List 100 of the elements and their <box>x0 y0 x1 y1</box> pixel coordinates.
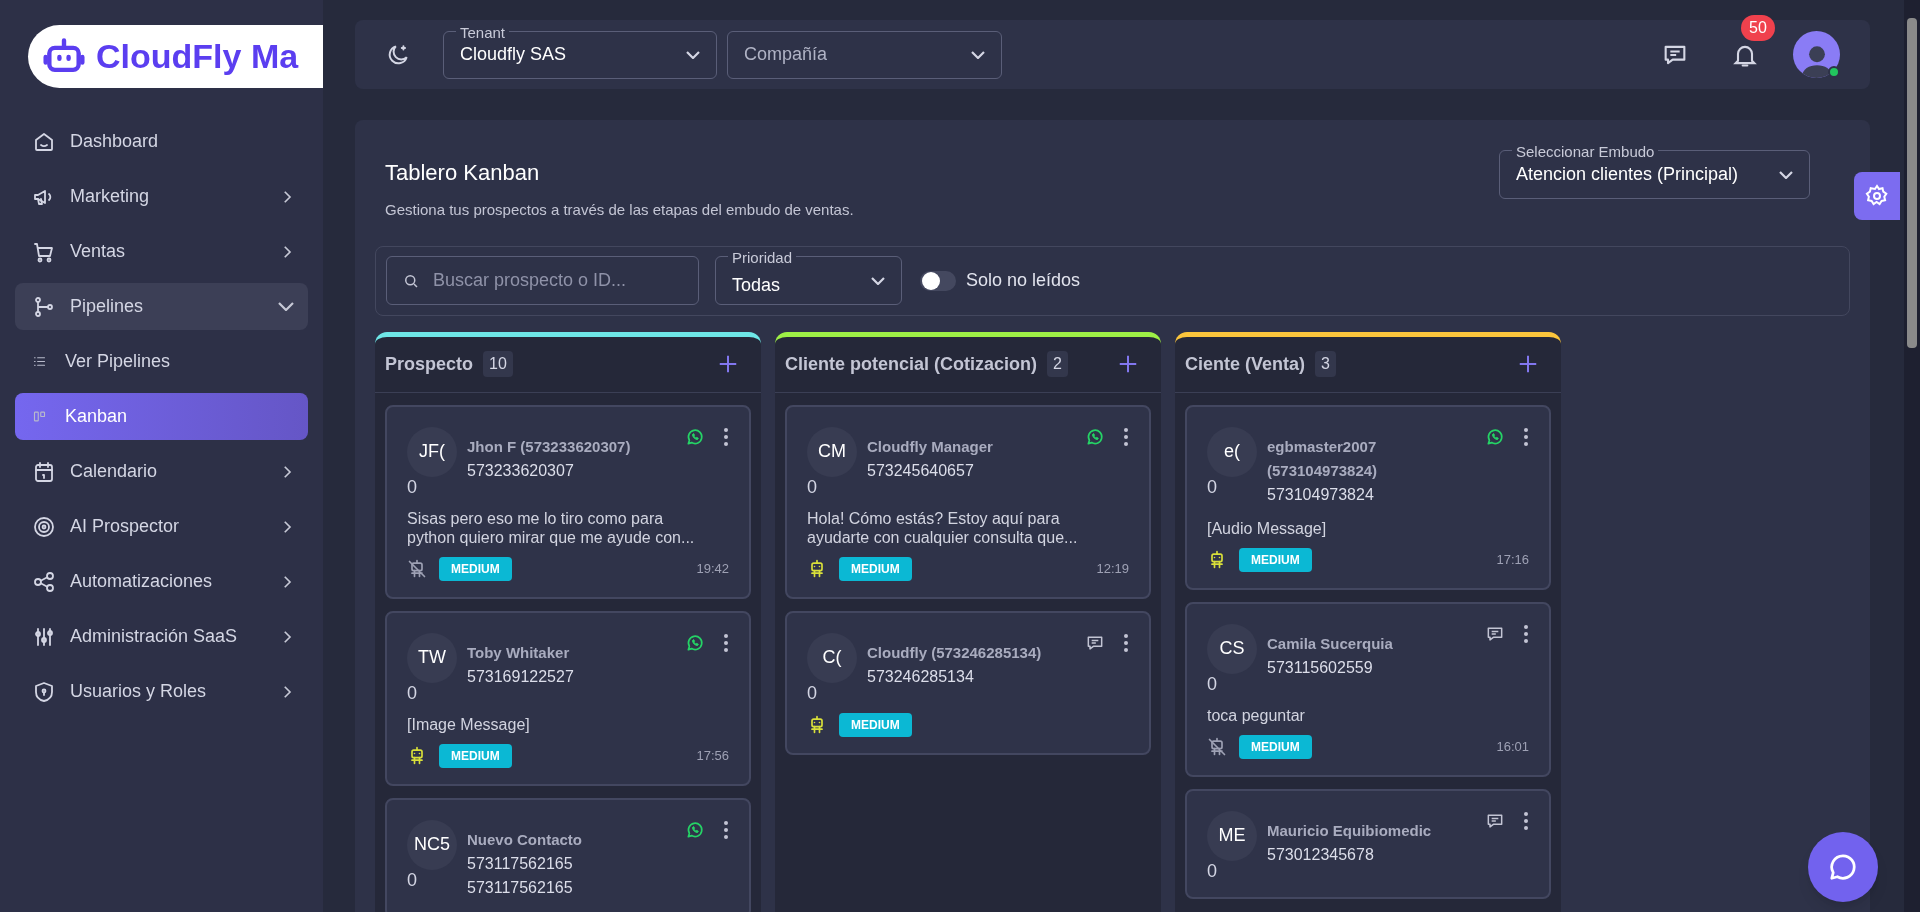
sidebar-item[interactable]: Dashboard <box>15 118 308 165</box>
lead-avatar: CM <box>807 426 857 477</box>
lead-score: 0 <box>407 476 418 497</box>
sidebar-item[interactable]: Ventas <box>15 228 308 275</box>
more-options-icon[interactable] <box>1523 623 1529 644</box>
sidebar-item[interactable]: Marketing <box>15 173 308 220</box>
whatsapp-icon[interactable] <box>685 632 705 653</box>
lead-phone: 573104973824 <box>1267 484 1375 505</box>
user-avatar[interactable] <box>1793 31 1840 78</box>
more-options-icon[interactable] <box>723 632 729 653</box>
chevron-down-icon <box>871 276 885 285</box>
whatsapp-icon[interactable] <box>685 426 705 447</box>
priority-badge: MEDIUM <box>839 712 912 737</box>
calendar-icon <box>32 459 56 484</box>
lead-score: 0 <box>1207 860 1218 881</box>
lead-score: 0 <box>1207 673 1218 694</box>
sidebar-item[interactable]: Usuarios y Roles <box>15 668 308 715</box>
target-icon <box>32 514 56 539</box>
logo[interactable]: CloudFly Ma <box>28 25 323 88</box>
lead-card[interactable]: JF( 0 Jhon F (573233620307) 573233620307 Sisas pero eso me lo tiro como para python quiero mirar que me ayude con... MEDIUM 19:42 <box>385 404 751 599</box>
branch-icon <box>32 294 56 319</box>
message-time: 17:56 <box>696 746 729 765</box>
more-options-icon[interactable] <box>1123 426 1129 447</box>
scrollbar[interactable] <box>1904 0 1920 912</box>
toggle-label: Solo no leídos <box>966 269 1081 292</box>
lead-avatar: C( <box>807 632 857 683</box>
board-subtitle: Gestiona tus prospectos a través de las etapas del embudo de ventas. <box>385 200 854 220</box>
lead-card[interactable]: e( 0 egbmaster2007 (573104973824) 573104973824 [Audio Message] MEDIUM 17:16 <box>1185 404 1551 590</box>
chevron-down-icon <box>1779 170 1793 179</box>
lead-card[interactable]: ME 0 Mauricio Equibiomedic 573012345678 <box>1185 788 1551 899</box>
lead-score: 0 <box>807 682 818 703</box>
add-icon[interactable] <box>717 353 739 375</box>
column-count: 2 <box>1047 351 1068 377</box>
lead-avatar: CS <box>1207 623 1257 674</box>
lead-phone: 573246285134 <box>867 666 975 687</box>
toggle-switch[interactable] <box>920 270 956 291</box>
lead-card[interactable]: CS 0 Camila Sucerquia 573115602559 toca peguntar MEDIUM 16:01 <box>1185 601 1551 777</box>
search-field[interactable]: Buscar prospecto o ID... <box>386 256 699 305</box>
settings-button[interactable] <box>1854 172 1900 220</box>
column-title: Ciente (Venta) <box>1185 352 1306 376</box>
chevron-down-icon <box>686 50 700 59</box>
share-icon <box>32 569 56 594</box>
lead-card[interactable]: CM 0 Cloudfly Manager 573245640657 Hola! Cómo estás? Estoy aquí para ayudarte con cualquier consulta que... MEDIUM 12:19 <box>785 404 1151 599</box>
whatsapp-icon[interactable] <box>685 819 705 840</box>
sidebar-item[interactable]: Calendario <box>15 448 308 495</box>
add-icon[interactable] <box>1117 353 1139 375</box>
more-options-icon[interactable] <box>723 426 729 447</box>
more-options-icon[interactable] <box>1523 810 1529 831</box>
sidebar-item[interactable]: Pipelines <box>15 283 308 330</box>
lead-avatar: TW <box>407 632 457 683</box>
column-title: Prospecto <box>385 352 474 376</box>
lead-name: Camila Sucerquia <box>1267 633 1394 654</box>
lead-name: egbmaster2007 (573104973824) <box>1267 436 1379 481</box>
lead-phone: 573012345678 <box>1267 844 1375 865</box>
chevron-down-icon <box>971 50 985 59</box>
last-message: [Audio Message] <box>1207 518 1328 538</box>
lead-card[interactable]: C( 0 Cloudfly (573246285134) 573246285134 MEDIUM <box>785 610 1151 755</box>
lead-phone: 573117562165 <box>467 853 574 874</box>
board-icon <box>32 409 47 424</box>
sidebar-subitem[interactable]: Kanban <box>15 393 308 440</box>
lead-name: Cloudfly Manager <box>867 436 994 457</box>
sidebar-subitem[interactable]: Ver Pipelines <box>15 338 308 385</box>
sidebar-item[interactable]: AI Prospector <box>15 503 308 550</box>
last-message: toca peguntar <box>1207 705 1306 725</box>
board-title: Tablero Kanban <box>385 159 541 187</box>
lead-name: Mauricio Equibiomedic <box>1267 820 1433 841</box>
whatsapp-icon[interactable] <box>1485 426 1505 447</box>
priority-badge: MEDIUM <box>439 556 512 581</box>
priority-badge: MEDIUM <box>839 556 912 581</box>
whatsapp-icon[interactable] <box>1085 426 1105 447</box>
priority-badge: MEDIUM <box>1239 547 1312 572</box>
lead-phone: 573117562165 <box>467 877 574 898</box>
message-time: 19:42 <box>696 559 729 578</box>
lead-phone: 573233620307 <box>467 460 575 481</box>
add-icon[interactable] <box>1517 353 1539 375</box>
lead-name: Nuevo Contacto <box>467 829 583 850</box>
lead-score: 0 <box>407 682 418 703</box>
more-options-icon[interactable] <box>1123 632 1129 653</box>
lead-card[interactable]: TW 0 Toby Whitaker 573169122527 [Image Message] MEDIUM 17:56 <box>385 610 751 786</box>
sidebar-item[interactable]: Administración SaaS <box>15 613 308 660</box>
lead-name: Jhon F (573233620307) <box>467 436 632 457</box>
robot-off-icon[interactable] <box>407 558 427 579</box>
more-options-icon[interactable] <box>1523 426 1529 447</box>
message-time: 16:01 <box>1496 737 1529 756</box>
more-options-icon[interactable] <box>723 819 729 840</box>
message-time: 12:19 <box>1096 559 1129 578</box>
company-select[interactable]: Compañía <box>727 30 1002 79</box>
priority-badge: MEDIUM <box>1239 734 1312 759</box>
robot-off-icon[interactable] <box>1207 736 1227 757</box>
lead-card[interactable]: NC5 0 Nuevo Contacto 573117562165 573117562165 <box>385 797 751 912</box>
last-message: [Image Message] <box>407 714 531 734</box>
list-icon <box>32 354 47 369</box>
lead-avatar: e( <box>1207 426 1257 477</box>
sidebar-item[interactable]: Automatizaciones <box>15 558 308 605</box>
lead-phone: 573245640657 <box>867 460 975 481</box>
chat-bubble-icon <box>1828 852 1858 882</box>
priority-badge: MEDIUM <box>439 743 512 768</box>
lead-name: Cloudfly (573246285134) <box>867 642 1043 663</box>
lead-avatar: JF( <box>407 426 457 477</box>
shield-icon <box>32 679 56 704</box>
